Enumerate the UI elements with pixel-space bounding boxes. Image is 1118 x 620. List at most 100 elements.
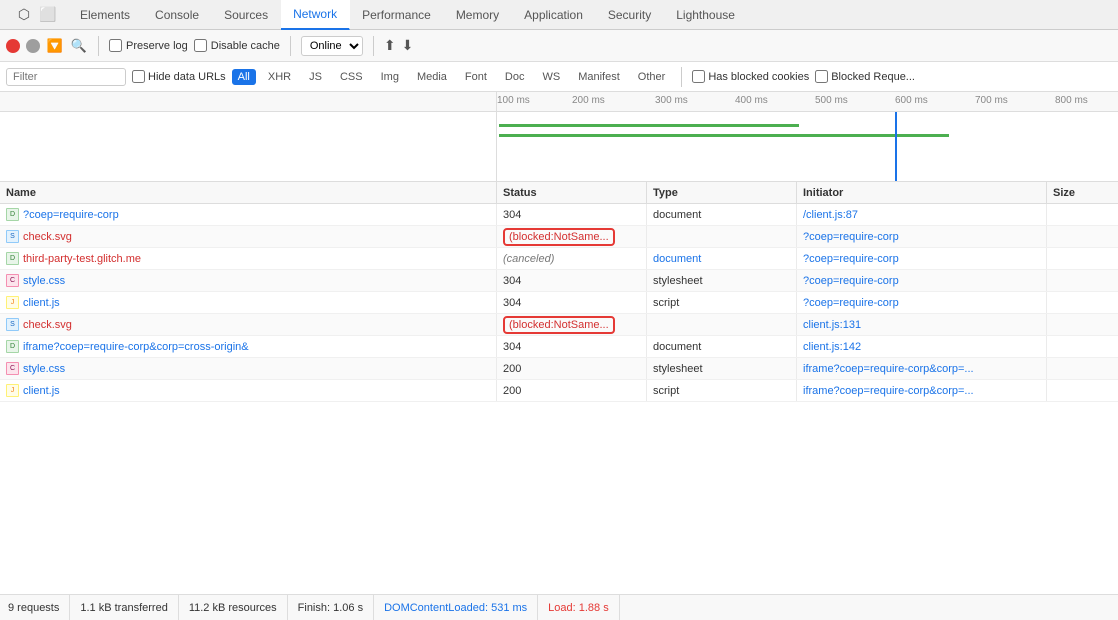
td-initiator-5: ?coep=require-corp — [797, 292, 1047, 313]
filter-media-button[interactable]: Media — [411, 69, 453, 85]
tab-performance[interactable]: Performance — [350, 0, 444, 30]
timeline-visual-spacer — [0, 112, 497, 181]
device-icon[interactable]: ⬜ — [36, 3, 60, 27]
filter-js-button[interactable]: JS — [303, 69, 328, 85]
blocked-requests-input[interactable] — [815, 70, 828, 83]
td-type-6 — [647, 314, 797, 335]
row-name-7[interactable]: iframe?coep=require-corp&corp=cross-orig… — [23, 341, 249, 353]
initiator-link-9[interactable]: iframe?coep=require-corp&corp=... — [803, 385, 974, 397]
row-name-8[interactable]: style.css — [23, 363, 65, 375]
throttle-select[interactable]: Online — [301, 36, 363, 56]
download-icon[interactable]: ⬇ — [402, 37, 414, 54]
td-size-2 — [1047, 226, 1118, 247]
separator-2 — [290, 36, 291, 56]
row-name-5[interactable]: client.js — [23, 297, 60, 309]
td-size-3 — [1047, 248, 1118, 269]
td-initiator-1: /client.js:87 — [797, 204, 1047, 225]
row-name-9[interactable]: client.js — [23, 385, 60, 397]
status-requests: 9 requests — [8, 595, 70, 620]
tick-500ms: 500 ms — [815, 95, 848, 106]
th-name[interactable]: Name — [0, 182, 497, 203]
blocked-requests-checkbox[interactable]: Blocked Reque... — [815, 70, 915, 83]
table-row[interactable]: Cstyle.css200stylesheetiframe?coep=requi… — [0, 358, 1118, 380]
upload-icon[interactable]: ⬆ — [384, 37, 396, 54]
table-row[interactable]: Scheck.svg(blocked:NotSame...client.js:1… — [0, 314, 1118, 336]
initiator-link-8[interactable]: iframe?coep=require-corp&corp=... — [803, 363, 974, 375]
initiator-link-1[interactable]: /client.js:87 — [803, 209, 858, 221]
filter-ws-button[interactable]: WS — [536, 69, 566, 85]
row-name-1[interactable]: ?coep=require-corp — [23, 209, 119, 221]
search-icon[interactable]: 🔍 — [70, 37, 88, 55]
filter-input[interactable] — [6, 68, 126, 86]
initiator-link-3[interactable]: ?coep=require-corp — [803, 253, 899, 265]
table-row[interactable]: Jclient.js200scriptiframe?coep=require-c… — [0, 380, 1118, 402]
filter-img-button[interactable]: Img — [375, 69, 405, 85]
disable-cache-input[interactable] — [194, 39, 207, 52]
row-name-2[interactable]: check.svg — [23, 231, 72, 243]
td-type-9: script — [647, 380, 797, 401]
file-icon-7: D — [6, 340, 19, 353]
filter-other-button[interactable]: Other — [632, 69, 672, 85]
has-blocked-cookies-checkbox[interactable]: Has blocked cookies — [692, 70, 809, 83]
td-type-1: document — [647, 204, 797, 225]
th-size[interactable]: Size — [1047, 182, 1118, 203]
tab-bar: ⬡ ⬜ Elements Console Sources Network Per… — [0, 0, 1118, 30]
filter-all-button[interactable]: All — [232, 69, 256, 85]
th-status[interactable]: Status — [497, 182, 647, 203]
inspect-icon[interactable]: ⬡ — [12, 3, 36, 27]
tab-elements[interactable]: Elements — [68, 0, 143, 30]
hide-data-urls-checkbox[interactable]: Hide data URLs — [132, 70, 226, 83]
td-status-8: 200 — [497, 358, 647, 379]
th-type[interactable]: Type — [647, 182, 797, 203]
table-row[interactable]: D?coep=require-corp304document/client.js… — [0, 204, 1118, 226]
initiator-link-4[interactable]: ?coep=require-corp — [803, 275, 899, 287]
tick-300ms: 300 ms — [655, 95, 688, 106]
table-row[interactable]: Dthird-party-test.glitch.me(canceled)doc… — [0, 248, 1118, 270]
td-initiator-8: iframe?coep=require-corp&corp=... — [797, 358, 1047, 379]
filter-css-button[interactable]: CSS — [334, 69, 369, 85]
record-button[interactable] — [6, 39, 20, 53]
filter-bar: Hide data URLs All XHR JS CSS Img Media … — [0, 62, 1118, 92]
tab-memory[interactable]: Memory — [444, 0, 512, 30]
td-size-4 — [1047, 270, 1118, 291]
filter-icon[interactable]: 🔽 — [46, 37, 64, 55]
filter-doc-button[interactable]: Doc — [499, 69, 531, 85]
td-name-6: Scheck.svg — [0, 314, 497, 335]
tab-console[interactable]: Console — [143, 0, 212, 30]
row-name-3[interactable]: third-party-test.glitch.me — [23, 253, 141, 265]
stop-recording-button[interactable] — [26, 39, 40, 53]
tab-sources[interactable]: Sources — [212, 0, 281, 30]
table-row[interactable]: Jclient.js304script?coep=require-corp — [0, 292, 1118, 314]
filter-font-button[interactable]: Font — [459, 69, 493, 85]
disable-cache-checkbox[interactable]: Disable cache — [194, 39, 280, 52]
timeline-marker — [895, 112, 897, 181]
row-name-6[interactable]: check.svg — [23, 319, 72, 331]
table-row[interactable]: Cstyle.css304stylesheet?coep=require-cor… — [0, 270, 1118, 292]
file-icon-8: C — [6, 362, 19, 375]
table-body: D ?coep=require-corp 304 document/client.js… — [0, 204, 1118, 594]
td-name-9: Jclient.js — [0, 380, 497, 401]
preserve-log-input[interactable] — [109, 39, 122, 52]
initiator-link-5[interactable]: ?coep=require-corp — [803, 297, 899, 309]
status-bar: 9 requests 1.1 kB transferred 11.2 kB re… — [0, 594, 1118, 620]
initiator-link-7[interactable]: client.js:142 — [803, 341, 861, 353]
tab-application[interactable]: Application — [512, 0, 596, 30]
table-row[interactable]: Diframe?coep=require-corp&corp=cross-ori… — [0, 336, 1118, 358]
initiator-link-6[interactable]: client.js:131 — [803, 319, 861, 331]
td-status-5: 304 — [497, 292, 647, 313]
td-size-1 — [1047, 204, 1118, 225]
tab-security[interactable]: Security — [596, 0, 664, 30]
th-initiator[interactable]: Initiator — [797, 182, 1047, 203]
tab-network[interactable]: Network — [281, 0, 350, 30]
td-type-7: document — [647, 336, 797, 357]
row-name-4[interactable]: style.css — [23, 275, 65, 287]
initiator-link-2[interactable]: ?coep=require-corp — [803, 231, 899, 243]
tab-lighthouse[interactable]: Lighthouse — [664, 0, 748, 30]
filter-xhr-button[interactable]: XHR — [262, 69, 297, 85]
table-row[interactable]: Scheck.svg(blocked:NotSame...?coep=requi… — [0, 226, 1118, 248]
filter-manifest-button[interactable]: Manifest — [572, 69, 626, 85]
has-blocked-cookies-input[interactable] — [692, 70, 705, 83]
preserve-log-checkbox[interactable]: Preserve log — [109, 39, 188, 52]
file-icon-5: J — [6, 296, 19, 309]
hide-data-urls-input[interactable] — [132, 70, 145, 83]
